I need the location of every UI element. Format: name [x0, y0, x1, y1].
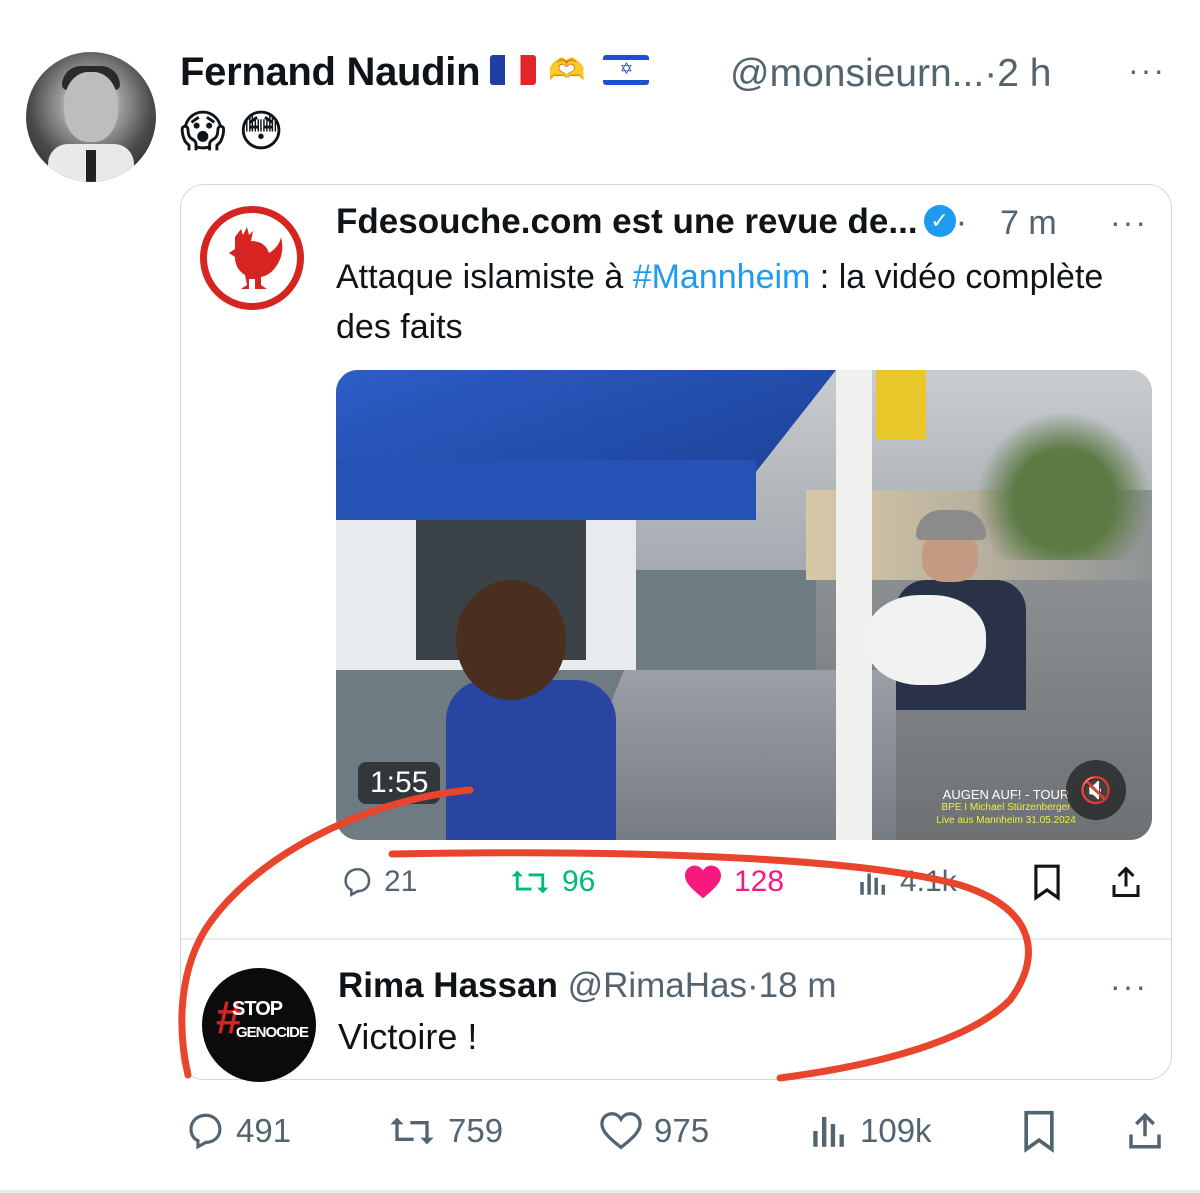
share-button[interactable]	[1124, 1108, 1166, 1154]
video-person-left	[446, 580, 616, 840]
reply-icon	[344, 867, 371, 897]
verified-badge-icon: ✓	[923, 204, 956, 237]
like-button[interactable]: 975	[598, 1108, 709, 1154]
post-text: 😱 😳	[180, 107, 284, 156]
repost-button[interactable]: 759	[386, 1108, 503, 1154]
bookmark-icon	[1034, 864, 1060, 901]
video-duration: 1:55	[358, 762, 441, 804]
quoted-author-row: Fdesouche.com est une revue de... ✓ ·	[336, 202, 967, 242]
author-handle[interactable]: @monsieurn...	[730, 52, 984, 95]
quoted-more-icon[interactable]: ···	[1110, 204, 1148, 241]
author-avatar[interactable]	[26, 52, 156, 182]
watermark-line-2: BPE I Michael Stürzenberger	[941, 802, 1071, 813]
heart-hands-icon: 🫶	[548, 53, 586, 87]
avatar-text-stop: STOP	[232, 998, 283, 1020]
author-handle-row: @monsieurn...·2 h	[730, 52, 1051, 96]
video-bag	[866, 595, 986, 685]
quoted-repost-count: 96	[562, 865, 596, 898]
avatar-face	[64, 72, 118, 142]
share-icon	[1129, 1112, 1161, 1149]
quoted-reply-button[interactable]: 21	[340, 860, 417, 904]
quoted-views-button[interactable]: 4.1k	[856, 860, 957, 904]
author-name[interactable]: Fernand Naudin	[180, 50, 481, 94]
flag-israel-icon: ✡	[603, 55, 650, 86]
reply-button[interactable]: 491	[184, 1108, 291, 1154]
reply-author-name[interactable]: Rima Hassan	[338, 966, 558, 1005]
watermark-line-1: AUGEN AUF! - TOUR	[942, 787, 1070, 802]
avatar-text-genocide: GENOCIDE	[236, 1024, 309, 1041]
share-icon	[1112, 866, 1140, 897]
bookmark-icon	[1024, 1110, 1054, 1153]
author-row: Fernand Naudin 🫶 ✡	[180, 50, 650, 95]
post-time[interactable]: 2 h	[997, 52, 1051, 95]
mute-icon[interactable]: 🔇	[1066, 760, 1126, 820]
video-tent-front	[336, 460, 756, 520]
video-flag	[876, 370, 926, 440]
video-watermark: AUGEN AUF! - TOUR BPE I Michael Stürzenb…	[926, 788, 1086, 827]
quoted-like-button[interactable]: 128	[682, 860, 784, 904]
quoted-like-count: 128	[734, 865, 785, 898]
reply-time[interactable]: 18 m	[759, 966, 837, 1005]
repost-icon	[390, 1117, 434, 1145]
dot-separator: ·	[984, 52, 998, 95]
video-pole	[836, 370, 872, 840]
video-player[interactable]: 1:55 AUGEN AUF! - TOUR BPE I Michael Stü…	[336, 370, 1152, 840]
watermark-line-3: Live aus Mannheim 31.05.2024	[936, 815, 1076, 826]
reply-more-icon[interactable]: ···	[1110, 968, 1148, 1005]
reply-text: Victoire !	[338, 1016, 478, 1057]
views-count: 109k	[860, 1112, 932, 1149]
quoted-author-name[interactable]: Fdesouche.com est une revue de...	[336, 202, 918, 241]
repost-icon	[511, 870, 549, 894]
rooster-icon	[229, 227, 283, 289]
heart-filled-icon	[685, 865, 721, 899]
flag-france-icon	[490, 55, 537, 86]
heart-icon	[600, 1112, 642, 1150]
reply-icon	[189, 1113, 222, 1150]
dot-separator: ·	[747, 966, 759, 1005]
more-options-icon[interactable]: ···	[1128, 52, 1166, 89]
quote-divider	[181, 938, 1171, 940]
dot-separator: ·	[955, 202, 968, 241]
reply-count: 491	[236, 1112, 292, 1149]
bookmark-button[interactable]	[1020, 1108, 1058, 1154]
quoted-repost-button[interactable]: 96	[508, 860, 595, 904]
quoted-bookmark-button[interactable]	[1030, 860, 1064, 904]
repost-count: 759	[448, 1112, 504, 1149]
views-icon	[813, 1117, 844, 1147]
quoted-text: Attaque islamiste à #Mannheim : la vidéo…	[336, 252, 1136, 352]
quoted-reply-count: 21	[384, 865, 418, 898]
avatar-tie	[86, 150, 96, 182]
views-button[interactable]: 109k	[808, 1108, 932, 1154]
quoted-time[interactable]: 7 m	[1000, 204, 1057, 243]
reply-author-handle[interactable]: @RimaHas	[568, 966, 747, 1005]
hashtag-link[interactable]: #Mannheim	[633, 258, 811, 296]
quoted-views-count: 4.1k	[900, 865, 957, 898]
reply-author-avatar[interactable]: # STOP GENOCIDE	[202, 968, 316, 1082]
like-count: 975	[654, 1112, 710, 1149]
quoted-author-avatar[interactable]	[200, 206, 304, 310]
quoted-share-button[interactable]	[1108, 860, 1144, 904]
quoted-text-before: Attaque islamiste à	[336, 258, 633, 296]
reply-author-row: Rima Hassan @RimaHas·18 m	[338, 966, 836, 1006]
views-icon	[860, 873, 886, 895]
